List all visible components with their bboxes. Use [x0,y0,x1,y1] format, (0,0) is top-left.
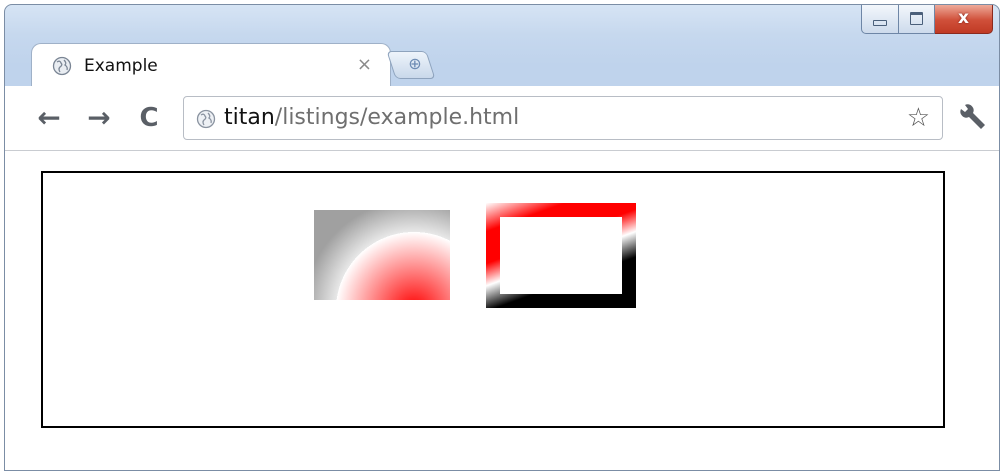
stroke-rectangle-interior [500,217,622,294]
wrench-icon[interactable] [955,103,989,133]
maximize-button[interactable] [899,5,935,34]
globe-icon [196,109,216,129]
radial-gradient-rectangle [314,210,450,300]
gradient-stroke-rectangle [486,203,636,308]
address-bar[interactable]: titan/listings/example.html ☆ [183,96,943,140]
tab-close-button[interactable]: × [357,54,372,75]
new-tab-plus-icon: ⊕ [408,54,422,73]
url-path: /listings/example.html [274,105,520,130]
tab-title: Example [84,56,158,76]
page-content [5,151,999,470]
forward-button[interactable]: → [85,104,113,132]
address-url: titan/listings/example.html [224,105,519,130]
tab-example[interactable]: Example × [31,43,391,87]
toolbar: ← → C titan/listings/example.html ☆ [5,86,999,151]
minimize-icon [873,19,887,26]
browser-window: x Example × ⊕ ← → C titan/listings/examp… [4,4,1000,471]
url-host: titan [224,105,275,130]
canvas [41,171,945,428]
close-icon: x [958,8,969,28]
minimize-button[interactable] [861,5,899,34]
close-window-button[interactable]: x [935,5,993,34]
back-button[interactable]: ← [35,104,63,132]
maximize-icon [910,12,923,25]
globe-icon [52,56,72,76]
bookmark-star-icon[interactable]: ☆ [907,104,930,132]
window-controls: x [861,5,993,34]
reload-button[interactable]: C [135,104,163,132]
